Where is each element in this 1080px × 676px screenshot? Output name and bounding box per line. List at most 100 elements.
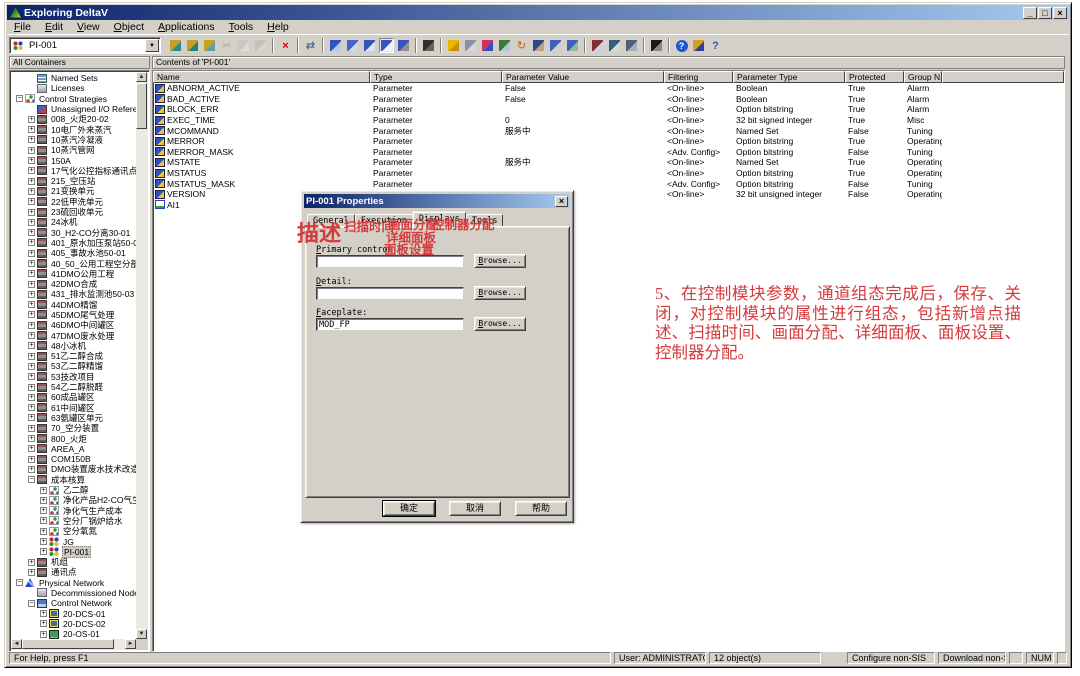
delete-icon[interactable]: × bbox=[278, 38, 293, 53]
scroll-up-icon[interactable]: ▲ bbox=[136, 72, 147, 82]
tree-item[interactable]: Decommissioned Nodes bbox=[12, 588, 136, 598]
expand-icon[interactable]: + bbox=[28, 198, 35, 205]
find-window-icon[interactable] bbox=[396, 38, 411, 53]
menu-tools[interactable]: Tools bbox=[222, 21, 261, 34]
expand-icon[interactable]: + bbox=[28, 167, 35, 174]
tree-item[interactable]: +AREA_A bbox=[12, 444, 136, 454]
small-icons-view-icon[interactable] bbox=[345, 38, 360, 53]
cancel-button[interactable]: 取消 bbox=[449, 501, 501, 516]
expand-icon[interactable]: + bbox=[28, 414, 35, 421]
expand-icon[interactable]: + bbox=[40, 497, 47, 504]
explore-container-icon[interactable] bbox=[168, 38, 183, 53]
tree-item[interactable]: +空分氧氮 bbox=[12, 526, 136, 536]
network-grid-icon[interactable] bbox=[548, 38, 563, 53]
expand-icon[interactable]: + bbox=[40, 548, 47, 555]
expand-icon[interactable]: + bbox=[28, 178, 35, 185]
table-row[interactable]: MERROR_MASKParameter<Adv. Config>Option … bbox=[153, 147, 1064, 158]
menu-object[interactable]: Object bbox=[107, 21, 151, 34]
cut-icon[interactable]: ✂ bbox=[219, 38, 234, 53]
expand-icon[interactable]: + bbox=[28, 157, 35, 164]
title-bar[interactable]: Exploring DeltaV _ □ × bbox=[7, 5, 1069, 20]
table-row[interactable]: MSTATUS_MASKParameter<Adv. Config>Option… bbox=[153, 178, 1064, 189]
tree-item[interactable]: +20-OS-01 bbox=[12, 629, 136, 639]
collapse-icon[interactable]: − bbox=[16, 579, 23, 586]
collapse-icon[interactable]: − bbox=[28, 600, 35, 607]
expand-icon[interactable]: + bbox=[28, 353, 35, 360]
expand-icon[interactable]: + bbox=[28, 322, 35, 329]
collapse-icon[interactable]: − bbox=[16, 95, 23, 102]
tree-item[interactable]: +10蒸汽管网 bbox=[12, 145, 136, 155]
expand-icon[interactable]: + bbox=[28, 281, 35, 288]
dialog-title-bar[interactable]: PI-001 Properties × bbox=[304, 194, 570, 208]
expand-icon[interactable]: + bbox=[28, 384, 35, 391]
expand-icon[interactable]: + bbox=[28, 569, 35, 576]
expand-icon[interactable]: + bbox=[28, 126, 35, 133]
column-header-parameter-value[interactable]: Parameter Value bbox=[502, 71, 664, 83]
table-row[interactable]: MERRORParameter<On-line>Option bitstring… bbox=[153, 136, 1064, 147]
expand-icon[interactable]: + bbox=[28, 147, 35, 154]
help-button[interactable]: 帮助 bbox=[515, 501, 567, 516]
close-button[interactable]: × bbox=[1053, 7, 1067, 19]
deltav-books-icon[interactable] bbox=[691, 38, 706, 53]
tree-horizontal-scrollbar[interactable]: ◄ ► bbox=[11, 639, 136, 650]
scrollbar-thumb[interactable] bbox=[22, 639, 114, 649]
collapse-icon[interactable]: − bbox=[28, 476, 35, 483]
menu-file[interactable]: File bbox=[7, 21, 38, 34]
expand-icon[interactable]: + bbox=[40, 631, 47, 638]
tree-item[interactable]: −Control Network bbox=[12, 598, 136, 608]
table-row[interactable]: AI1 bbox=[153, 200, 1064, 211]
expand-icon[interactable]: + bbox=[28, 250, 35, 257]
help-icon[interactable]: ? bbox=[674, 38, 689, 53]
expand-icon[interactable]: + bbox=[28, 435, 35, 442]
tree-item[interactable]: +800_火炬 bbox=[12, 433, 136, 443]
tree-item[interactable]: Licenses bbox=[12, 83, 136, 93]
license-keys-icon[interactable] bbox=[649, 38, 664, 53]
expand-icon[interactable]: + bbox=[40, 620, 47, 627]
detail-browse-button[interactable]: Browse... bbox=[474, 286, 526, 300]
expand-icon[interactable]: + bbox=[28, 394, 35, 401]
dialog-close-icon[interactable]: × bbox=[555, 196, 568, 207]
table-row[interactable]: MSTATEParameter服务中<On-line>Named SetTrue… bbox=[153, 157, 1064, 168]
large-icons-view-icon[interactable] bbox=[328, 38, 343, 53]
column-header-group-n-[interactable]: Group N... bbox=[904, 71, 942, 83]
chevron-down-icon[interactable]: ▼ bbox=[145, 39, 159, 52]
restore-button[interactable]: □ bbox=[1038, 7, 1052, 19]
expand-icon[interactable]: + bbox=[28, 342, 35, 349]
tree-item[interactable]: +通讯点 bbox=[12, 567, 136, 577]
tree-item[interactable]: +PI-001 bbox=[12, 547, 136, 557]
table-row[interactable]: EXEC_TIMEParameter0<On-line>32 bit signe… bbox=[153, 115, 1064, 126]
tree-item[interactable]: Named Sets bbox=[12, 73, 136, 83]
tree-item[interactable]: −Physical Network bbox=[12, 578, 136, 588]
expand-icon[interactable]: + bbox=[28, 363, 35, 370]
user-security-icon[interactable] bbox=[421, 38, 436, 53]
expand-icon[interactable]: + bbox=[28, 373, 35, 380]
column-header-parameter-type[interactable]: Parameter Type bbox=[733, 71, 845, 83]
primary-control-browse-button[interactable]: Browse... bbox=[474, 254, 526, 268]
menu-view[interactable]: View bbox=[70, 21, 107, 34]
menu-edit[interactable]: Edit bbox=[38, 21, 70, 34]
table-row[interactable]: BLOCK_ERRParameter<On-line>Option bitstr… bbox=[153, 104, 1064, 115]
scroll-down-icon[interactable]: ▼ bbox=[136, 629, 147, 639]
expand-icon[interactable]: + bbox=[28, 270, 35, 277]
scrollbar-thumb[interactable] bbox=[136, 83, 147, 129]
user-icon[interactable] bbox=[531, 38, 546, 53]
expand-icon[interactable]: + bbox=[28, 209, 35, 216]
expand-icon[interactable]: + bbox=[40, 517, 47, 524]
column-header-filtering[interactable]: Filtering bbox=[664, 71, 733, 83]
expand-icon[interactable]: + bbox=[28, 466, 35, 473]
expand-icon[interactable]: + bbox=[28, 291, 35, 298]
trend-view-icon[interactable] bbox=[607, 38, 622, 53]
expand-icon[interactable]: + bbox=[40, 528, 47, 535]
column-header-protected[interactable]: Protected bbox=[845, 71, 904, 83]
expand-icon[interactable]: + bbox=[40, 538, 47, 545]
expand-icon[interactable]: + bbox=[28, 229, 35, 236]
tree-item[interactable]: +20-DCS-02 bbox=[12, 619, 136, 629]
detail-input[interactable] bbox=[316, 287, 464, 300]
menu-help[interactable]: Help bbox=[260, 21, 296, 34]
expand-icon[interactable]: + bbox=[28, 260, 35, 267]
expand-icon[interactable]: + bbox=[28, 116, 35, 123]
table-row[interactable]: ABNORM_ACTIVEParameterFalse<On-line>Bool… bbox=[153, 83, 1064, 94]
column-header-type[interactable]: Type bbox=[370, 71, 502, 83]
paste-icon[interactable] bbox=[253, 38, 268, 53]
assign-user-icon[interactable] bbox=[463, 38, 478, 53]
